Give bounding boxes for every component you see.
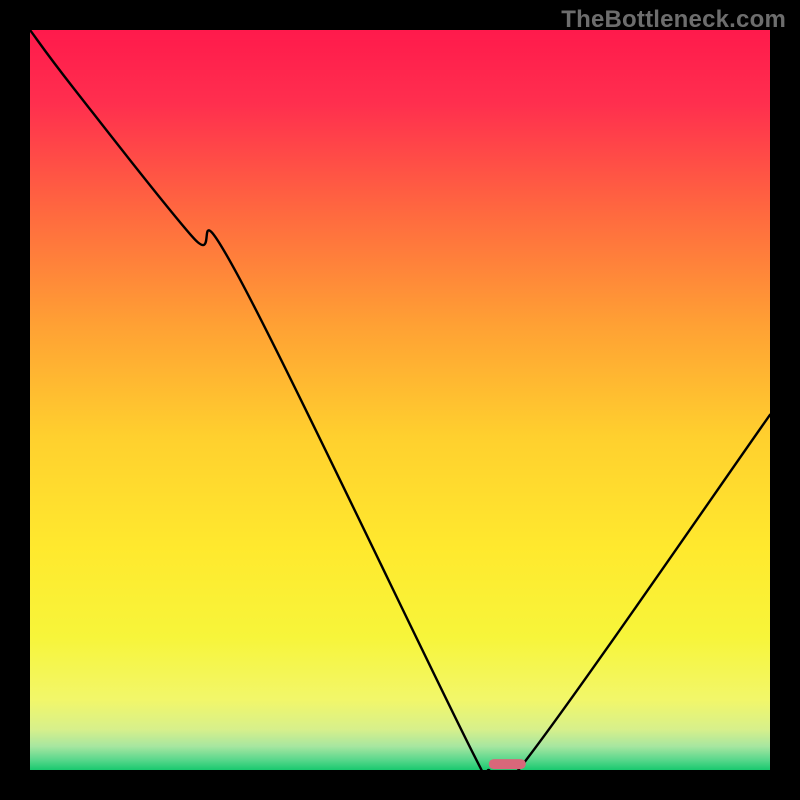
optimal-marker <box>489 759 526 769</box>
chart-frame: TheBottleneck.com <box>0 0 800 800</box>
bottleneck-chart <box>30 30 770 770</box>
gradient-background <box>30 30 770 770</box>
plot-area <box>30 30 770 770</box>
